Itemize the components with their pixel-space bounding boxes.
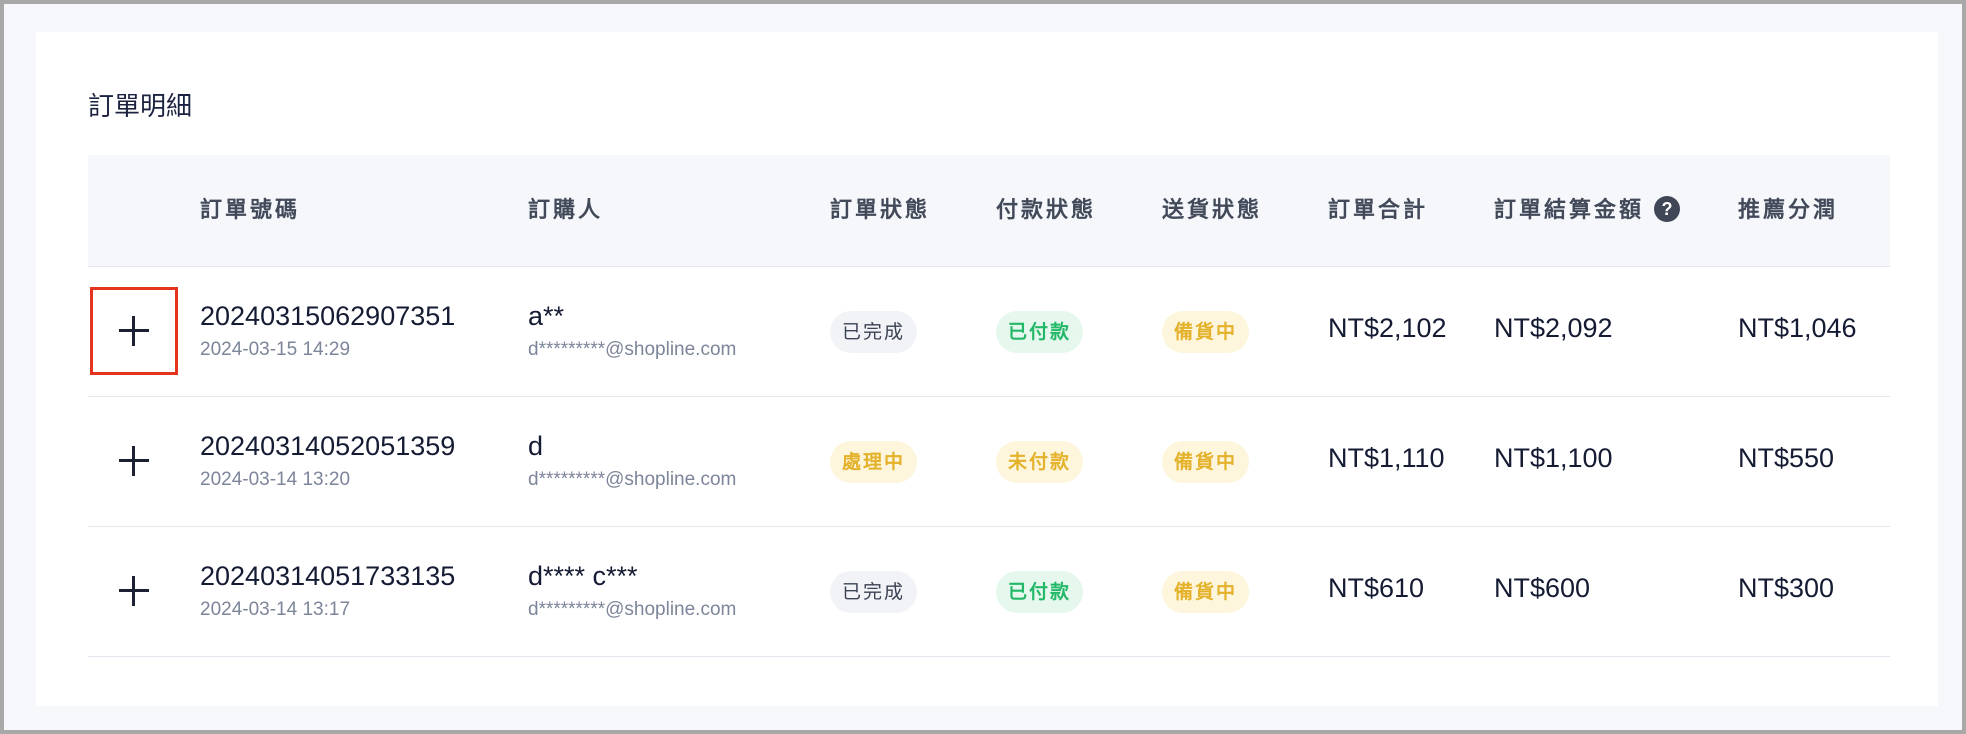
delivery-status-badge: 備貨中 [1162,571,1250,613]
orders-table: 訂單號碼 訂購人 訂單狀態 付款狀態 送貨狀態 訂單合計 訂單結算金額? 推薦分… [88,155,1890,657]
header-commission: 推薦分潤 [1738,198,1839,223]
settlement-amount: NT$2,092 [1494,313,1613,343]
order-status-badge: 處理中 [830,441,918,483]
table-body: 20240315062907351 2024-03-15 14:29 a** d… [88,267,1890,657]
header-order-total: 訂單合計 [1328,198,1429,223]
payment-status-badge: 已付款 [996,311,1084,353]
order-total: NT$1,110 [1328,443,1445,473]
order-date: 2024-03-15 14:29 [200,339,351,360]
payment-status-badge: 已付款 [996,571,1084,613]
plus-icon [119,316,149,346]
header-settlement-label: 訂單結算金額 [1494,198,1645,223]
order-number: 20240314051733135 [200,561,456,591]
table-row: 20240315062907351 2024-03-15 14:29 a** d… [88,267,1890,397]
delivery-status-badge: 備貨中 [1162,441,1250,483]
header-settlement: 訂單結算金額? [1494,155,1681,267]
order-status-badge: 已完成 [830,571,918,613]
order-number: 20240315062907351 [200,301,456,331]
order-date: 2024-03-14 13:20 [200,469,351,490]
order-status-badge: 已完成 [830,311,918,353]
expand-row-button[interactable] [90,547,178,635]
plus-icon [119,576,149,606]
help-icon[interactable]: ? [1654,196,1681,222]
buyer-name: d**** c*** [528,561,638,591]
header-order-status: 訂單狀態 [830,198,931,223]
header-buyer: 訂購人 [528,198,604,223]
order-total: NT$610 [1328,573,1425,603]
commission-amount: NT$1,046 [1738,313,1857,343]
table-header: 訂單號碼 訂購人 訂單狀態 付款狀態 送貨狀態 訂單合計 訂單結算金額? 推薦分… [88,155,1890,267]
commission-amount: NT$300 [1738,573,1835,603]
table-row: 20240314052051359 2024-03-14 13:20 d d**… [88,397,1890,527]
expand-row-button[interactable] [90,287,178,375]
order-number: 20240314052051359 [200,431,456,461]
settlement-amount: NT$600 [1494,573,1591,603]
buyer-email: d*********@shopline.com [528,599,737,620]
header-order-no: 訂單號碼 [200,198,301,223]
app-frame: 訂單明細 訂單號碼 訂購人 訂單狀態 付款狀態 送貨狀態 訂單合計 訂單結算金額… [0,0,1966,734]
plus-icon [119,446,149,476]
expand-row-button[interactable] [90,417,178,505]
header-delivery-status: 送貨狀態 [1162,198,1263,223]
header-payment-status: 付款狀態 [996,198,1097,223]
buyer-email: d*********@shopline.com [528,469,737,490]
commission-amount: NT$550 [1738,443,1835,473]
buyer-email: d*********@shopline.com [528,339,737,360]
order-details-card: 訂單明細 訂單號碼 訂購人 訂單狀態 付款狀態 送貨狀態 訂單合計 訂單結算金額… [36,32,1938,706]
order-date: 2024-03-14 13:17 [200,599,351,620]
buyer-name: d [528,431,544,461]
page-title: 訂單明細 [88,92,193,122]
settlement-amount: NT$1,100 [1494,443,1613,473]
buyer-name: a** [528,301,565,331]
payment-status-badge: 未付款 [996,441,1084,483]
table-row: 20240314051733135 2024-03-14 13:17 d****… [88,527,1890,657]
order-total: NT$2,102 [1328,313,1447,343]
delivery-status-badge: 備貨中 [1162,311,1250,353]
